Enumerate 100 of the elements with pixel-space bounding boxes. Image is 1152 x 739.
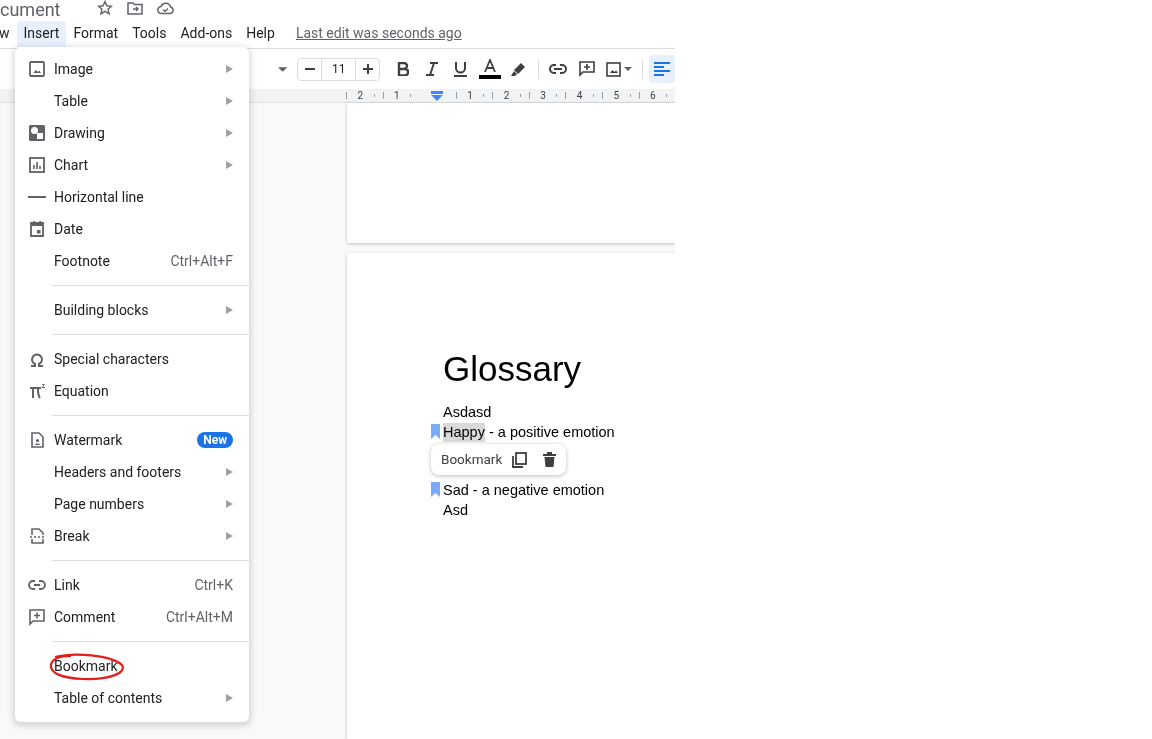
- add-comment-icon: [28, 608, 46, 626]
- align-left-button[interactable]: [649, 55, 675, 83]
- menu-item-label: Link: [54, 575, 81, 595]
- menu-bar-item[interactable]: Tools: [125, 20, 174, 47]
- document-text: Sad - a negative emotion: [443, 481, 605, 500]
- menu-item-label: Comment: [54, 607, 117, 627]
- link-icon: [547, 63, 568, 75]
- ruler-number: 5: [613, 89, 620, 102]
- menu-item-label: Date: [54, 219, 84, 239]
- document-text: - a positive emotion: [487, 422, 615, 442]
- menu-item[interactable]: Footnote Ctrl+Alt+F: [15, 245, 249, 277]
- font-size-control[interactable]: 11: [297, 57, 381, 81]
- ruler-tick: [638, 92, 640, 99]
- menu-item[interactable]: Headers and footers: [15, 456, 249, 488]
- ruler-tick: [483, 94, 485, 97]
- document-text: Happy: [443, 422, 485, 442]
- ruler-number: 4: [576, 89, 583, 102]
- copy-icon[interactable]: [512, 451, 528, 468]
- shortcut-label: Ctrl+K: [194, 575, 233, 595]
- font-size-value[interactable]: 11: [322, 58, 356, 80]
- menu-bar-item[interactable]: Insert: [16, 20, 67, 47]
- image-icon: [28, 60, 46, 78]
- ruler-tick: [592, 94, 594, 97]
- cloud-icon[interactable]: [156, 2, 174, 15]
- ruler-number: 2: [357, 89, 364, 102]
- menu-item[interactable]: Break: [15, 520, 249, 552]
- menu-item[interactable]: Drawing: [15, 117, 249, 149]
- shortcut-label: Ctrl+Alt+M: [165, 607, 233, 627]
- menu-item[interactable]: Special characters: [15, 343, 249, 375]
- ruler-number: 2: [503, 89, 510, 102]
- document-title[interactable]: cument: [0, 0, 61, 20]
- menu-item-label: Page numbers: [54, 494, 146, 514]
- menu-item-label: Footnote: [54, 251, 111, 271]
- ruler-number: 1: [467, 89, 473, 102]
- add-comment-icon: [578, 61, 595, 77]
- menu-item[interactable]: Building blocks: [15, 294, 249, 326]
- menu-item-label: Special characters: [54, 349, 170, 369]
- menu-item-label: Break: [54, 526, 91, 546]
- submenu-arrow-icon: [226, 65, 233, 73]
- image-icon: [606, 61, 622, 77]
- document-text: Asd: [443, 500, 468, 520]
- dropdown-caret-icon[interactable]: [278, 66, 288, 72]
- menu-item-label: Building blocks: [54, 300, 150, 320]
- folder-icon[interactable]: [126, 1, 143, 15]
- ruler-tick: [519, 94, 521, 97]
- menu-item[interactable]: Equation: [15, 375, 249, 407]
- bold-icon: [396, 62, 409, 76]
- ruler-tick: [629, 94, 631, 97]
- menu-item[interactable]: Date: [15, 213, 249, 245]
- menu-item[interactable]: Image: [15, 53, 249, 85]
- marker-icon: [511, 61, 527, 77]
- page-break-icon: [28, 527, 46, 545]
- submenu-arrow-icon: [226, 468, 233, 476]
- submenu-arrow-icon: [226, 306, 233, 314]
- minus-icon[interactable]: [304, 68, 315, 70]
- menu-bar-item[interactable]: Help: [239, 20, 282, 47]
- ruler-tick: [346, 92, 347, 99]
- ruler-tick: [455, 92, 457, 99]
- menu-item-label: Chart: [54, 155, 90, 175]
- submenu-arrow-icon: [226, 161, 233, 169]
- calendar-icon: [28, 220, 46, 238]
- menu-item-label: Bookmark: [54, 656, 119, 676]
- shapes-icon: [28, 124, 46, 142]
- menu-item[interactable]: Comment Ctrl+Alt+M: [15, 601, 249, 633]
- menu-item-label: Image: [54, 59, 94, 79]
- ruler-number: 1: [394, 89, 400, 102]
- menu-bar-item[interactable]: Format: [66, 20, 126, 47]
- ruler-number: 3: [540, 89, 546, 102]
- menu-item[interactable]: Table: [15, 85, 249, 117]
- text-color-icon: [478, 59, 501, 79]
- indent-marker-icon[interactable]: [431, 90, 444, 101]
- menu-item[interactable]: Table of contents: [15, 682, 249, 714]
- pi-icon: [28, 382, 46, 400]
- menu-item-label: Watermark: [54, 430, 124, 450]
- menu-item[interactable]: Chart: [15, 149, 249, 181]
- menu-bar-item[interactable]: w: [0, 20, 17, 47]
- shortcut-label: Ctrl+Alt+F: [170, 251, 233, 271]
- menu-item[interactable]: Watermark New: [15, 424, 249, 456]
- menu-item[interactable]: Link Ctrl+K: [15, 569, 249, 601]
- chart-icon: [28, 156, 46, 174]
- ruler-tick: [528, 92, 530, 99]
- ruler-tick: [601, 92, 603, 99]
- menu-item[interactable]: Page numbers: [15, 488, 249, 520]
- align-left-icon: [654, 62, 671, 76]
- ruler-tick: [556, 94, 558, 97]
- last-edit-link[interactable]: Last edit was seconds ago: [295, 23, 462, 44]
- star-icon[interactable]: [96, 0, 113, 16]
- ruler-tick: [410, 94, 412, 97]
- plus-icon[interactable]: [362, 64, 373, 74]
- submenu-arrow-icon: [226, 129, 233, 137]
- ruler-tick: [373, 94, 375, 97]
- menu-item-label: Horizontal line: [54, 187, 145, 207]
- ruler-tick: [565, 92, 567, 99]
- ruler-tick: [382, 92, 384, 99]
- menu-bar-item[interactable]: Add-ons: [173, 20, 240, 47]
- heading: Glossary: [443, 349, 583, 389]
- submenu-arrow-icon: [226, 694, 233, 702]
- menu-item[interactable]: Bookmark: [15, 650, 249, 682]
- delete-icon[interactable]: [543, 452, 557, 467]
- menu-item[interactable]: Horizontal line: [15, 181, 249, 213]
